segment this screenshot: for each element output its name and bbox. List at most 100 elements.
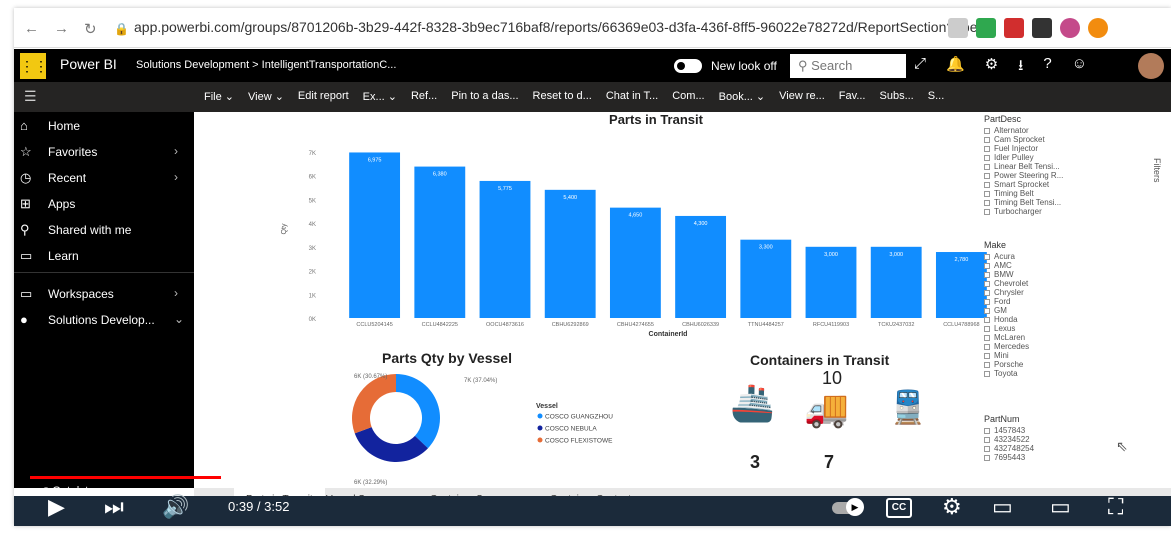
checkbox[interactable] <box>984 445 990 452</box>
slicer-item[interactable]: Smart Sprocket <box>984 180 1063 189</box>
checkbox[interactable] <box>984 190 990 197</box>
checkbox[interactable] <box>984 163 990 170</box>
checkbox[interactable] <box>984 454 990 461</box>
slicer-item[interactable]: Toyota <box>984 369 1029 378</box>
sidebar-item-apps[interactable]: ⊞ Apps <box>14 192 194 218</box>
miniplayer-icon[interactable]: ▭ <box>992 496 1013 518</box>
toolbar-item[interactable]: Fav... <box>839 90 866 103</box>
checkbox[interactable] <box>984 199 990 206</box>
next-icon[interactable]: ⏭ <box>104 496 124 518</box>
slicer-item[interactable]: McLaren <box>984 333 1029 342</box>
address-bar[interactable]: app.powerbi.com/groups/8701206b-3b29-442… <box>134 19 989 35</box>
slicer-item[interactable]: Mini <box>984 351 1029 360</box>
slicer-item[interactable]: BMW <box>984 270 1029 279</box>
chevron-icon[interactable]: › <box>174 144 178 158</box>
help-icon[interactable]: ? <box>1043 55 1051 80</box>
extension-icon[interactable] <box>1088 18 1108 38</box>
toolbar-item[interactable]: Ref... <box>411 90 437 103</box>
slicer-item[interactable]: 1457843 <box>984 426 1034 435</box>
checkbox[interactable] <box>984 436 990 443</box>
toolbar-item[interactable]: Edit report <box>298 90 349 103</box>
avatar[interactable] <box>1138 53 1164 79</box>
breadcrumb[interactable]: Solutions Development > IntelligentTrans… <box>136 59 396 71</box>
checkbox[interactable] <box>984 172 990 179</box>
volume-icon[interactable]: 🔊 <box>162 496 189 518</box>
slicer-item[interactable]: Chrysler <box>984 288 1029 297</box>
extension-icon[interactable] <box>1004 18 1024 38</box>
extension-icon[interactable] <box>1032 18 1052 38</box>
toolbar-item[interactable]: View re... <box>779 90 825 103</box>
hamburger-icon[interactable]: ☰ <box>24 88 37 105</box>
video-progress-bar[interactable] <box>30 476 1155 479</box>
search-input[interactable]: ⚲ Search <box>790 54 906 78</box>
forward-icon[interactable]: → <box>54 20 69 37</box>
slicer-item[interactable]: Fuel Injector <box>984 144 1063 153</box>
slicer-item[interactable]: 43234522 <box>984 435 1034 444</box>
toolbar-item[interactable]: Book... ⌄ <box>719 90 766 103</box>
slicer-item[interactable]: Mercedes <box>984 342 1029 351</box>
slicer-item[interactable]: GM <box>984 306 1029 315</box>
toolbar-item[interactable]: Com... <box>672 90 704 103</box>
slicer-item[interactable]: AMC <box>984 261 1029 270</box>
chevron-icon[interactable]: › <box>174 170 178 184</box>
toolbar-item[interactable]: S... <box>928 90 945 103</box>
slicer-item[interactable]: Timing Belt <box>984 189 1063 198</box>
slicer-item[interactable]: Turbocharger <box>984 207 1063 216</box>
checkbox[interactable] <box>984 307 990 314</box>
toolbar-item[interactable]: File ⌄ <box>204 90 234 103</box>
slicer-item[interactable]: Chevrolet <box>984 279 1029 288</box>
profile-icon[interactable] <box>1060 18 1080 38</box>
gear-icon[interactable]: ⚙ <box>942 496 962 518</box>
checkbox[interactable] <box>984 154 990 161</box>
captions-button[interactable]: CC <box>886 498 912 518</box>
checkbox[interactable] <box>984 181 990 188</box>
extension-icon[interactable] <box>976 18 996 38</box>
download-icon[interactable]: ⭳ <box>1018 55 1023 80</box>
filters-pane-toggle[interactable]: Filters <box>1152 158 1162 183</box>
theater-icon[interactable]: ▭ <box>1050 496 1071 518</box>
toolbar-item[interactable]: Chat in T... <box>606 90 658 103</box>
toolbar-item[interactable]: View ⌄ <box>248 90 284 103</box>
checkbox[interactable] <box>984 352 990 359</box>
sidebar-item-solutions-develop[interactable]: ● Solutions Develop... ⌄ <box>14 308 194 334</box>
chevron-icon[interactable]: ⌄ <box>174 312 184 326</box>
slicer-item[interactable]: Alternator <box>984 126 1063 135</box>
checkbox[interactable] <box>984 127 990 134</box>
fullscreen-icon[interactable]: ⛶ <box>1108 496 1123 518</box>
slicer-item[interactable]: 432748254 <box>984 444 1034 453</box>
checkbox[interactable] <box>984 289 990 296</box>
reload-icon[interactable]: ↻ <box>84 20 97 38</box>
slicer-item[interactable]: 7695443 <box>984 453 1034 462</box>
slicer-item[interactable]: Acura <box>984 252 1029 261</box>
checkbox[interactable] <box>984 334 990 341</box>
extension-icon[interactable] <box>948 18 968 38</box>
autoplay-toggle[interactable] <box>832 498 864 516</box>
toolbar-item[interactable]: Pin to a das... <box>451 90 518 103</box>
checkbox[interactable] <box>984 370 990 377</box>
sidebar-item-shared-with-me[interactable]: ⚲ Shared with me <box>14 218 194 244</box>
checkbox[interactable] <box>984 136 990 143</box>
notifications-icon[interactable]: 🔔 <box>946 55 965 80</box>
feedback-icon[interactable]: ☺ <box>1072 55 1087 80</box>
sidebar-item-workspaces[interactable]: ▭ Workspaces › <box>14 282 194 308</box>
toolbar-item[interactable]: Subs... <box>880 90 914 103</box>
app-name[interactable]: Power BI <box>60 56 117 72</box>
checkbox[interactable] <box>984 325 990 332</box>
checkbox[interactable] <box>984 298 990 305</box>
checkbox[interactable] <box>984 271 990 278</box>
expand-icon[interactable]: ⤢ <box>914 55 926 80</box>
slicer-item[interactable]: Cam Sprocket <box>984 135 1063 144</box>
checkbox[interactable] <box>984 343 990 350</box>
checkbox[interactable] <box>984 208 990 215</box>
sidebar-item-learn[interactable]: ▭ Learn <box>14 244 194 270</box>
toolbar-item[interactable]: Reset to d... <box>533 90 592 103</box>
checkbox[interactable] <box>984 427 990 434</box>
app-launcher-icon[interactable]: ⋮⋮⋮ <box>20 53 62 79</box>
checkbox[interactable] <box>984 280 990 287</box>
back-icon[interactable]: ← <box>24 20 39 37</box>
checkbox[interactable] <box>984 253 990 260</box>
chevron-icon[interactable]: › <box>174 286 178 300</box>
checkbox[interactable] <box>984 262 990 269</box>
slicer-item[interactable]: Idler Pulley <box>984 153 1063 162</box>
gear-icon[interactable]: ⚙ <box>985 55 998 80</box>
